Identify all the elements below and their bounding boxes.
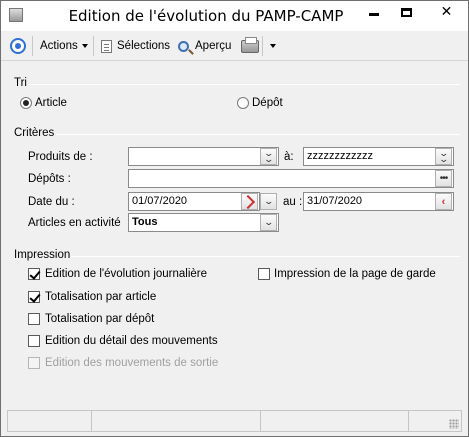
depots-label: Dépôts :: [28, 173, 71, 185]
edition-detail-mouvements-checkbox[interactable]: [28, 335, 40, 347]
maximize-icon: [401, 7, 412, 17]
produits-label: Produits de :: [28, 151, 93, 163]
articles-activite-dropdown-button[interactable]: ⌄: [260, 214, 277, 231]
impression-group-label: Impression: [14, 249, 71, 261]
tri-depot-radio[interactable]: [237, 97, 249, 109]
chevron-down-icon: [81, 44, 88, 48]
double-chevron-down-icon: ⌄ ⌄: [438, 148, 449, 165]
tri-group-label: Tri: [14, 77, 27, 89]
double-chevron-down-icon: ⌄ ⌄: [263, 148, 274, 165]
minimize-icon: [368, 12, 379, 16]
selections-button[interactable]: Sélections: [101, 38, 170, 54]
close-icon: ✕: [440, 4, 453, 20]
ellipsis-icon: •••: [439, 172, 448, 184]
status-segment: [261, 411, 409, 431]
app-icon: [9, 8, 23, 22]
produits-from-input[interactable]: [128, 147, 279, 166]
status-segment: [92, 411, 261, 431]
printer-icon: [241, 36, 259, 53]
tri-depot-label: Dépôt: [252, 97, 283, 109]
produits-from-lookup-button[interactable]: ⌄ ⌄: [260, 148, 277, 165]
totalisation-article-checkbox[interactable]: [28, 291, 40, 303]
totalisation-depot-label: Totalisation par dépôt: [45, 313, 155, 325]
status-segment: [8, 411, 92, 431]
date-from-calendar-button[interactable]: [240, 193, 258, 210]
chevron-left-icon: ‹: [441, 195, 446, 208]
maximize-button[interactable]: [390, 1, 423, 23]
chevron-down-icon: ⌄: [263, 217, 274, 228]
date-to-input[interactable]: 31/07/2020: [303, 192, 454, 211]
selections-label: Sélections: [117, 40, 171, 52]
title-bar: Edition de l'évolution du PAMP-CAMP ✕: [1, 1, 468, 31]
close-button[interactable]: ✕: [424, 1, 469, 23]
calendar-arrow-icon: [240, 194, 255, 209]
apercu-button[interactable]: Aperçu: [178, 38, 231, 54]
magnifier-icon: [178, 40, 189, 52]
tri-article-label: Article: [35, 97, 67, 109]
criteres-divider: [56, 134, 460, 135]
articles-activite-label: Articles en activité: [28, 217, 121, 229]
impression-page-garde-label: Impression de la page de garde: [274, 268, 436, 280]
dialog-window: Edition de l'évolution du PAMP-CAMP ✕ Ac…: [0, 0, 469, 437]
chevron-down-icon: [270, 44, 276, 48]
tri-divider: [28, 84, 460, 85]
actions-label: Actions: [40, 40, 78, 52]
produits-to-lookup-button[interactable]: ⌄ ⌄: [435, 148, 452, 165]
produits-to-input[interactable]: zzzzzzzzzzzz: [303, 147, 454, 166]
apercu-label: Aperçu: [195, 40, 232, 52]
toolbar: Actions Sélections Aperçu: [1, 31, 468, 61]
articles-activite-select[interactable]: Tous: [128, 213, 279, 232]
print-button[interactable]: [241, 36, 259, 54]
edition-evolution-journaliere-checkbox[interactable]: [28, 268, 40, 280]
tri-article-radio[interactable]: [20, 97, 32, 109]
toolbar-separator: [32, 36, 33, 56]
produits-a-label: à:: [284, 151, 294, 163]
minimize-button[interactable]: [357, 1, 390, 23]
validate-icon[interactable]: [10, 38, 26, 54]
impression-divider: [71, 256, 460, 257]
toolbar-separator: [262, 36, 263, 56]
depots-input[interactable]: [128, 169, 454, 188]
print-dropdown[interactable]: [266, 38, 276, 54]
edition-mouvements-sortie-label: Edition des mouvements de sortie: [45, 357, 219, 369]
totalisation-article-label: Totalisation par article: [45, 291, 157, 303]
edition-evolution-journaliere-label: Edition de l'évolution journalière: [45, 268, 208, 280]
toolbar-separator: [93, 36, 94, 56]
date-label: Date du :: [28, 196, 75, 208]
criteres-group-label: Critères: [14, 127, 55, 139]
edition-detail-mouvements-label: Edition du détail des mouvements: [45, 335, 218, 347]
window-title: Edition de l'évolution du PAMP-CAMP: [68, 7, 344, 25]
edition-mouvements-sortie-checkbox: [28, 357, 40, 369]
date-au-label: au :: [283, 196, 303, 208]
impression-page-garde-checkbox[interactable]: [258, 268, 270, 280]
resize-grip-icon[interactable]: [449, 419, 459, 429]
depots-browse-button[interactable]: •••: [435, 170, 452, 187]
date-from-dropdown-button[interactable]: ⌄: [260, 193, 277, 210]
totalisation-depot-checkbox[interactable]: [28, 313, 40, 325]
selections-icon: [101, 39, 112, 53]
chevron-down-icon: ⌄: [263, 196, 274, 207]
date-to-calendar-button[interactable]: ‹: [435, 193, 452, 210]
status-bar: [7, 410, 462, 432]
actions-menu[interactable]: Actions: [40, 38, 88, 54]
